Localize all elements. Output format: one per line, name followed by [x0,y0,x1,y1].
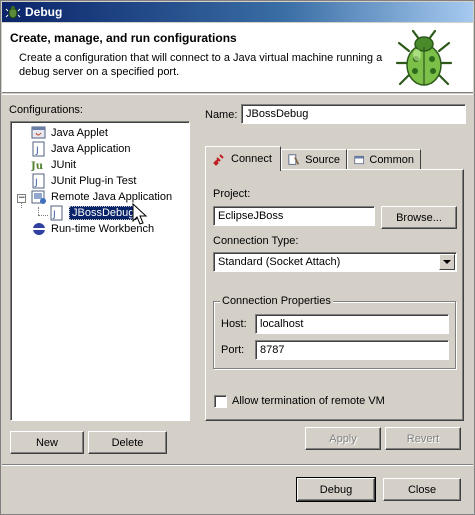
tree-item-label: JUnit [51,159,77,171]
host-label: Host: [221,318,247,330]
close-button[interactable]: Close [383,478,461,501]
workbench-icon [33,223,45,235]
tree-item-java-application[interactable]: J Java Application [31,141,131,157]
window-title: Debug [25,5,63,19]
new-button[interactable]: New [10,431,84,454]
debug-dialog: Debug Create, manage, and run configurat… [0,0,475,515]
tab-label: Common [369,153,414,166]
apply-button[interactable]: Apply [305,427,381,450]
tree-item-label: Remote Java Application [51,191,173,203]
debug-bug-icon [5,6,21,19]
debug-button[interactable]: Debug [296,477,376,502]
project-label: Project: [213,188,251,200]
tree-item-junit[interactable]: Ju JUnit [31,157,76,173]
svg-text:Ju: Ju [31,161,43,172]
allow-termination-checkbox[interactable] [214,395,227,408]
tree-item-label: Java Applet [51,127,108,139]
tree-item-junit-plugin-test[interactable]: J JUnit Plug-in Test [31,173,136,189]
tree-item-jbossdebug[interactable]: J JBossDebug [49,205,138,221]
banner-description: Create a configuration that will connect… [19,52,383,78]
tree-item-label: Java Application [51,143,131,155]
port-field[interactable]: 8787 [255,340,449,360]
remote-java-icon [31,190,46,204]
tab-source[interactable]: Source [281,149,347,169]
banner-title: Create, manage, and run configurations [10,31,237,45]
mouse-pointer-icon [132,203,148,225]
tree-connector [38,215,48,216]
java-applet-icon [31,126,46,139]
svg-text:J: J [34,178,38,188]
collapse-toggle[interactable]: − [17,194,26,203]
svg-text:J: J [35,146,39,156]
revert-button[interactable]: Revert [385,427,461,450]
tab-label: Source [305,153,340,166]
junit-plugin-icon: J [32,173,45,189]
java-application-icon: J [32,141,45,157]
connection-type-label: Connection Type: [213,235,299,247]
title-bar[interactable]: Debug [2,2,473,22]
tree-item-label: JUnit Plug-in Test [51,175,137,187]
port-label: Port: [221,344,245,356]
source-icon [288,153,300,165]
tree-item-label: JBossDebug [69,206,138,220]
connection-type-select[interactable]: Standard (Socket Attach) [213,252,457,272]
remote-config-icon: J [50,205,63,221]
connection-type-value: Standard (Socket Attach) [218,256,341,268]
green-bug-icon [395,29,453,86]
common-icon [354,155,365,164]
banner-divider [2,94,473,95]
allow-termination-label[interactable]: Allow termination of remote VM [232,395,385,407]
junit-icon: Ju [31,161,43,172]
name-label: Name: [205,109,238,121]
tree-item-remote-java-application[interactable]: Remote Java Application [31,189,172,205]
header-banner: Create, manage, and run configurations C… [2,23,473,93]
footer-separator [2,464,473,466]
delete-button[interactable]: Delete [88,431,167,454]
svg-text:J: J [52,210,56,220]
browse-button[interactable]: Browse... [381,206,457,229]
tab-common[interactable]: Common [347,149,421,169]
connection-properties-title: Connection Properties [220,295,333,307]
tree-item-java-applet[interactable]: Java Applet [31,125,108,141]
tab-connect[interactable]: Connect [205,146,281,171]
tab-label: Connect [231,153,272,165]
connect-icon [213,154,224,166]
configurations-tree[interactable]: Java Applet J Java Application Ju JUnit … [10,121,190,421]
tree-connector [38,207,39,215]
project-field[interactable]: EclipseJBoss [213,206,375,226]
configurations-label: Configurations: [9,104,83,116]
name-field[interactable]: JBossDebug [241,104,466,124]
host-field[interactable]: localhost [255,314,449,334]
chevron-down-icon[interactable] [439,254,455,270]
